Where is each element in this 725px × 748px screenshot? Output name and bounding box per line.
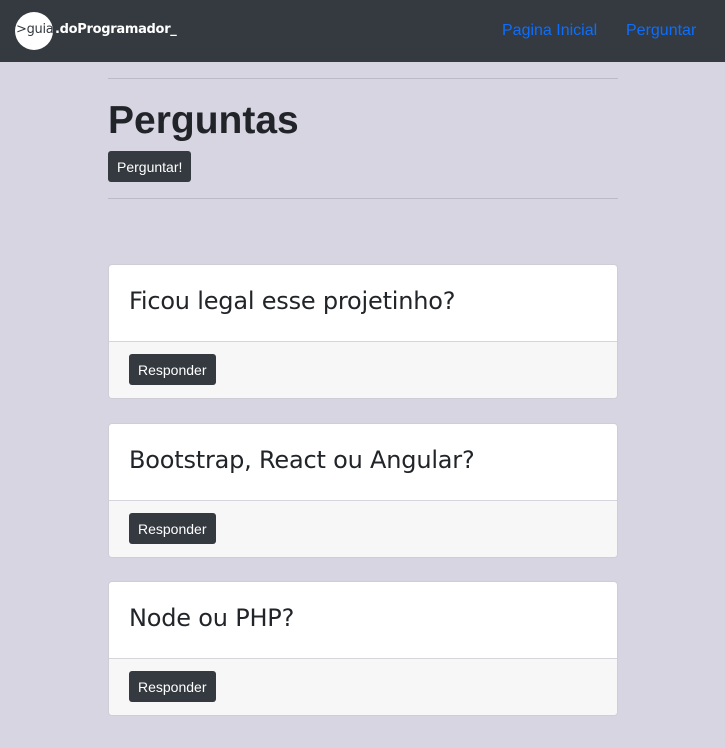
question-card: Bootstrap, React ou Angular? Responder bbox=[108, 423, 618, 558]
answer-button[interactable]: Responder bbox=[129, 354, 216, 385]
logo-circle-text: >guia bbox=[16, 22, 54, 37]
page-title: Perguntas bbox=[108, 99, 299, 142]
card-body: Ficou legal esse projetinho? bbox=[109, 265, 617, 342]
logo-circle: >guia bbox=[15, 12, 54, 50]
brand-logo[interactable]: >guia .doProgramador_ bbox=[15, 12, 177, 50]
card-body: Node ou PHP? bbox=[109, 582, 617, 659]
nav-link-home[interactable]: Pagina Inicial bbox=[502, 21, 597, 41]
answer-button[interactable]: Responder bbox=[129, 671, 216, 702]
question-card: Node ou PHP? Responder bbox=[108, 581, 618, 716]
nav-link-ask[interactable]: Perguntar bbox=[626, 21, 696, 41]
logo-text: .doProgramador_ bbox=[55, 22, 177, 37]
question-card: Ficou legal esse projetinho? Responder bbox=[108, 264, 618, 399]
card-body: Bootstrap, React ou Angular? bbox=[109, 424, 617, 501]
navbar: >guia .doProgramador_ Pagina Inicial Per… bbox=[0, 0, 725, 62]
answer-button[interactable]: Responder bbox=[129, 513, 216, 544]
card-footer: Responder bbox=[109, 659, 617, 715]
card-footer: Responder bbox=[109, 501, 617, 557]
ask-question-button[interactable]: Perguntar! bbox=[108, 151, 192, 182]
question-title: Ficou legal esse projetinho? bbox=[129, 287, 456, 315]
card-footer: Responder bbox=[109, 342, 617, 398]
divider-top bbox=[108, 78, 618, 79]
question-title: Bootstrap, React ou Angular? bbox=[129, 446, 475, 474]
question-title: Node ou PHP? bbox=[129, 604, 295, 632]
divider-bottom bbox=[108, 198, 618, 199]
